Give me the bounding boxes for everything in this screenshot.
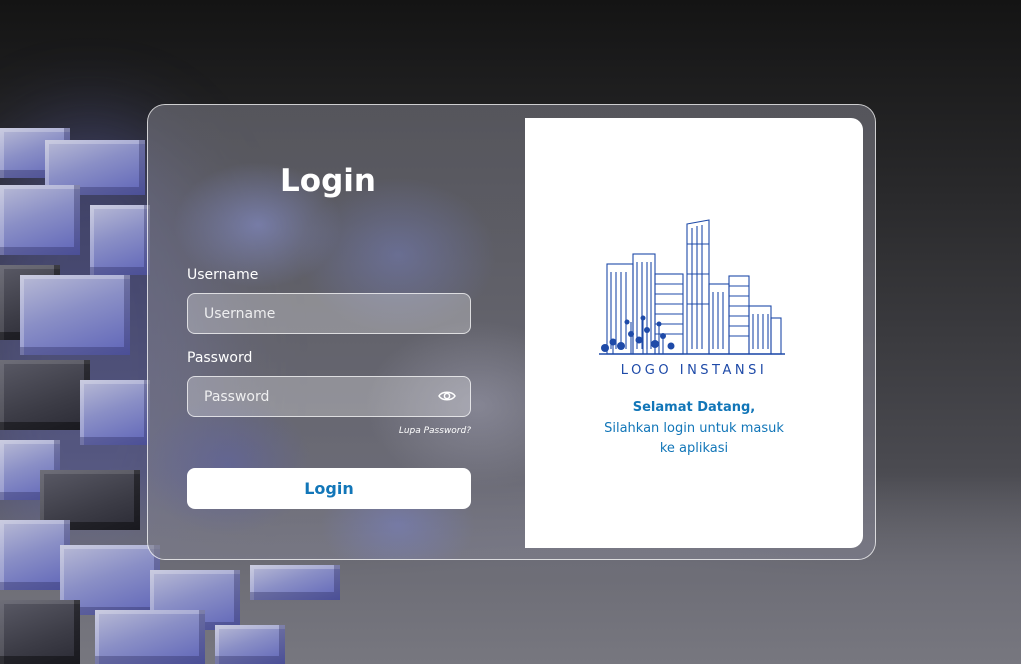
- password-label: Password: [187, 350, 253, 366]
- background-cube: [0, 185, 80, 255]
- forgot-password-link[interactable]: Lupa Password?: [187, 426, 471, 436]
- background-cube: [20, 275, 130, 355]
- city-buildings-icon: [599, 219, 785, 355]
- welcome-heading: Selamat Datang,: [632, 400, 756, 415]
- background-cube: [90, 205, 150, 275]
- background-cube: [0, 600, 80, 664]
- logo-text: LOGO INSTANSI: [620, 363, 768, 378]
- login-button[interactable]: Login: [187, 468, 471, 509]
- brand-panel: LOGO INSTANSI Selamat Datang, Silahkan l…: [525, 118, 863, 548]
- password-input[interactable]: [188, 377, 470, 416]
- background-cube: [0, 360, 90, 430]
- background-cube: [250, 565, 340, 600]
- login-card: Login Username Password Lupa Password? L…: [147, 104, 876, 560]
- password-field-wrapper: [187, 376, 471, 417]
- background-cube: [215, 625, 285, 664]
- username-field-wrapper: [187, 293, 471, 334]
- username-label: Username: [187, 267, 259, 283]
- welcome-subtitle: Silahkan login untuk masuk ke aplikasi: [604, 421, 784, 456]
- background-cube: [80, 380, 150, 445]
- eye-icon[interactable]: [438, 389, 456, 403]
- login-title: Login: [280, 163, 376, 199]
- background-cube: [95, 610, 205, 664]
- login-form: Login Username Password Lupa Password? L…: [148, 105, 525, 559]
- username-input[interactable]: [188, 294, 470, 333]
